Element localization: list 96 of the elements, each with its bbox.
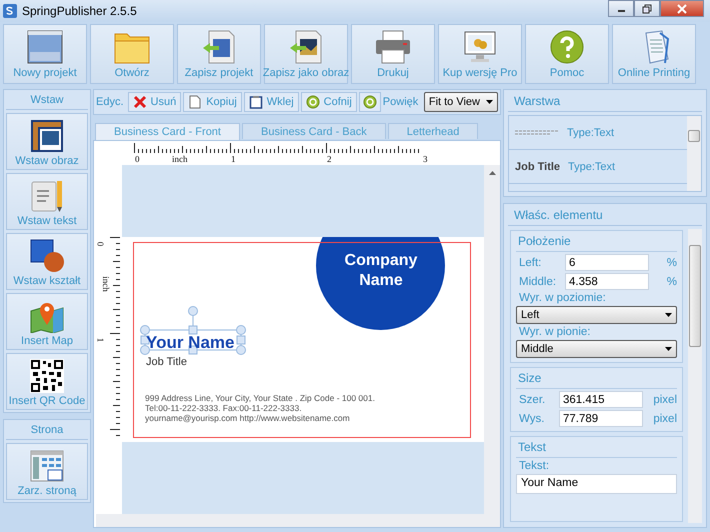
framed-picture-icon [30,119,64,153]
printer-icon [374,30,412,64]
delete-icon [132,95,147,109]
toolbar-button[interactable]: Otwórz [90,24,174,84]
undo-icon [306,95,320,109]
field-label: Tekst: [518,460,550,472]
company-name-text: Company Name [344,251,418,291]
window-icon [27,30,63,64]
text-pencil-icon [30,179,64,213]
text-area[interactable]: Your Name [516,474,677,494]
insert-tool-button[interactable]: Wstaw obraz [6,113,88,170]
ruler-label: 1 [95,338,106,342]
window-title: SpringPublisher 2.5.5 [22,4,138,18]
address-text: Tel:00-11-222-3333. Fax:00-11-222-3333. [145,403,303,413]
edit-button[interactable]: Wklej [244,92,299,112]
field-label: Szer. [519,394,546,406]
document-tab[interactable]: Business Card - Back [242,123,386,139]
group-header: Tekst [516,438,677,458]
insert-tool-button[interactable]: Wstaw tekst [6,173,88,230]
field-label: Wys. [519,412,546,424]
insert-tool-button[interactable]: Insert QR Code [6,353,88,410]
ruler-label: 0 [95,242,106,246]
dropdown-arrow-icon [665,347,672,351]
app-logo-icon [3,4,17,18]
panel-header: Wstaw [6,92,88,110]
help-icon [549,30,585,64]
horizontal-scrollbar[interactable] [96,514,500,527]
toolbar-button[interactable]: Kup wersję Pro [438,24,522,84]
toolbar-button[interactable]: Online Printing [612,24,696,84]
ruler-label: 1 [231,154,236,164]
close-button[interactable] [660,0,704,17]
field-label: Wyr. w poziomie: [518,292,607,304]
toolbar-button[interactable]: Zapisz projekt [177,24,261,84]
document-tab[interactable]: Business Card - Front [95,123,240,140]
number-field[interactable]: 6 [565,254,649,271]
close-icon [677,4,687,14]
job-title-text: Job Title [146,356,187,368]
panel-header: Właśc. elementu [508,206,702,226]
minimize-button[interactable] [608,0,634,17]
panel-header: Warstwa [508,92,702,112]
unit-label: % [666,276,677,288]
text-preview-icon [515,130,559,135]
toolbar-label: Edyc. [96,96,124,108]
vertical-scrollbar[interactable] [687,116,701,191]
redo-button[interactable] [358,92,381,112]
vertical-scrollbar[interactable] [688,229,702,523]
number-field[interactable]: 77.789 [559,410,643,427]
unit-label: % [666,256,677,268]
zoom-label: Powięk [382,96,418,108]
shapes-icon [29,239,65,273]
unit-label: pixel [653,412,677,424]
redo-icon [362,95,377,109]
copy-icon [188,95,202,109]
page-tool-button[interactable]: Zarz. stroną [6,443,88,500]
ruler-label: 3 [423,154,428,164]
field-label: Middle: [519,276,558,288]
restore-icon [642,4,652,14]
ruler-label: 2 [327,154,332,164]
document-arrow-icon [201,30,237,64]
dropdown-arrow-icon [665,313,672,317]
vertical-scrollbar[interactable] [484,165,500,514]
clipboard-icon [248,95,263,109]
ruler-label: 0 [135,154,140,164]
panel-header: Strona [6,422,88,440]
address-text: yourname@yourisp.com http://www.websitename.com [145,413,351,423]
insert-tool-button[interactable]: Wstaw kształt [6,233,88,290]
qr-code-icon [30,359,64,393]
unit-label: pixel [653,394,677,406]
maximize-button[interactable] [634,0,660,17]
field-label: Left: [519,256,542,268]
edit-button[interactable]: Usuń [128,92,182,112]
name-text: Your Name [146,333,234,353]
toolbar-button[interactable]: Nowy projekt [3,24,87,84]
ruler-label: inch [172,154,188,164]
monitor-icon [462,30,498,64]
ruler-label: inch [100,276,111,292]
number-field[interactable]: 361.415 [559,391,643,408]
toolbar-button[interactable]: Pomoc [525,24,609,84]
page-layout-icon [30,449,64,483]
edit-button[interactable]: Kopiuj [183,92,242,112]
image-arrow-icon [288,30,324,64]
group-header: Size [516,369,677,389]
toolbar-button[interactable]: Zapisz jako obraz [264,24,348,84]
alignment-dropdown[interactable]: Middle [516,340,677,358]
document-tab[interactable]: Letterhead [388,123,478,139]
address-text: 999 Address Line, Your City, Your State . Zip Code - 100 001. [145,393,375,403]
number-field[interactable]: 4.358 [565,273,649,290]
alignment-dropdown[interactable]: Left [516,306,677,324]
toolbar-button[interactable]: Drukuj [351,24,435,84]
dropdown-arrow-icon [486,100,493,104]
insert-tool-button[interactable]: Insert Map [6,293,88,350]
scroll-up-icon [488,171,496,175]
edit-button[interactable]: Cofnij [300,92,357,112]
group-header: Położenie [516,232,677,252]
field-label: Wyr. w pionie: [518,326,592,338]
zoom-dropdown[interactable]: Fit to View [424,92,498,112]
